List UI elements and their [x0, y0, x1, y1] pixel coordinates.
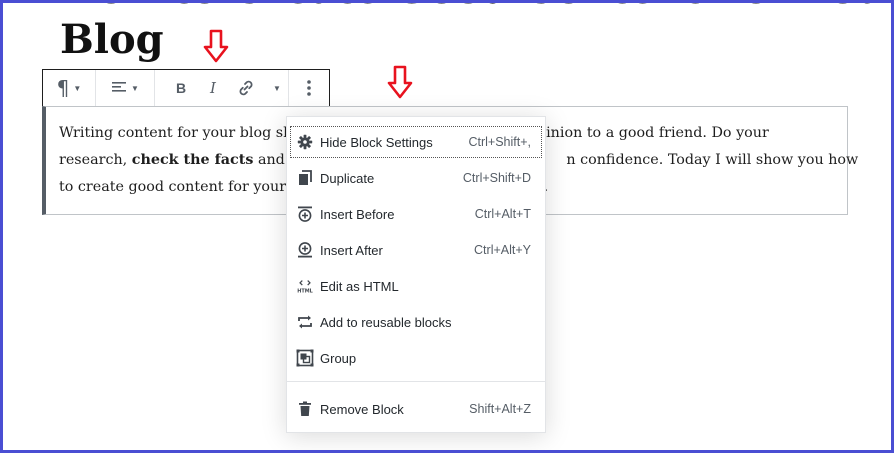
link-icon [239, 80, 253, 96]
more-options-button[interactable] [289, 70, 329, 106]
html-icon: HTML [296, 277, 314, 295]
post-title-line-2[interactable]: Blog [60, 16, 164, 64]
menu-item-shortcut: Ctrl+Shift+D [462, 171, 531, 185]
reusable-icon [296, 313, 314, 331]
menu-item-add-to-reusable-blocks[interactable]: Add to reusable blocks [287, 305, 545, 339]
menu-item-shortcut: Shift+Alt+Z [469, 402, 531, 416]
menu-item-label: Edit as HTML [320, 278, 399, 294]
menu-item-shortcut: Ctrl+Alt+Y [474, 243, 531, 257]
paragraph-fragment: n confidence. Today I will show you how [566, 152, 859, 168]
post-title-top-clip: How to Create Good Content For Your [0, 0, 894, 10]
paragraph-fragment: opinion to a good friend. Do your [528, 125, 769, 141]
more-vertical-icon [307, 80, 311, 96]
annotation-arrow-icon [387, 65, 413, 99]
insert-before-icon [296, 205, 314, 223]
paragraph-icon: ¶ [56, 76, 70, 100]
italic-button[interactable]: I [197, 70, 229, 106]
menu-item-shortcut: Ctrl+Alt+T [474, 207, 531, 221]
menu-item-label: Hide Block Settings [320, 134, 433, 150]
duplicate-icon [296, 169, 314, 187]
menu-item-label: Duplicate [320, 170, 375, 186]
link-button[interactable] [229, 70, 263, 106]
align-left-icon [112, 82, 127, 92]
trash-icon [296, 400, 314, 418]
menu-item-edit-as-html[interactable]: HTML Edit as HTML [287, 269, 545, 303]
menu-item-label: Insert Before [320, 206, 395, 222]
menu-item-hide-block-settings[interactable]: Hide Block Settings Ctrl+Shift+, [287, 125, 545, 159]
bold-button[interactable]: B [165, 70, 197, 106]
chevron-down-icon: ▼ [131, 83, 139, 93]
chevron-down-icon: ▼ [73, 83, 82, 93]
alignment-group: ▼ [96, 70, 155, 106]
align-button[interactable]: ▼ [96, 70, 154, 106]
insert-after-icon [296, 241, 314, 259]
group-icon [296, 349, 314, 367]
menu-item-shortcut: Ctrl+Shift+, [468, 135, 531, 149]
menu-item-duplicate[interactable]: Duplicate Ctrl+Shift+D [287, 161, 545, 195]
paragraph-fragment: research, [59, 152, 132, 168]
block-type-group: ¶ ▼ [43, 70, 96, 106]
block-type-button[interactable]: ¶ ▼ [43, 70, 95, 106]
menu-item-remove-block[interactable]: Remove Block Shift+Alt+Z [287, 392, 545, 426]
menu-item-insert-before[interactable]: Insert Before Ctrl+Alt+T [287, 197, 545, 231]
svg-text:HTML: HTML [297, 288, 313, 294]
post-title-line-1[interactable]: How to Create Good Content For Your [60, 0, 894, 10]
menu-divider [287, 381, 545, 382]
gear-icon [296, 133, 314, 151]
paragraph-fragment: Writing content for your blog sh [59, 125, 293, 141]
more-options-menu: Hide Block Settings Ctrl+Shift+, Duplica… [286, 116, 546, 433]
annotation-arrow-icon [203, 29, 229, 63]
more-options-group [289, 70, 329, 106]
formatting-group: B I ▼ [155, 70, 289, 106]
menu-item-label: Remove Block [320, 401, 404, 417]
chevron-down-icon: ▼ [273, 83, 281, 93]
menu-item-label: Insert After [320, 242, 383, 258]
more-rich-text-button[interactable]: ▼ [263, 70, 287, 106]
menu-item-insert-after[interactable]: Insert After Ctrl+Alt+Y [287, 233, 545, 267]
block-toolbar: ¶ ▼ ▼ B I ▼ [42, 69, 330, 107]
bold-text: check the facts [131, 152, 254, 168]
menu-item-label: Group [320, 350, 357, 366]
paragraph-fragment: to create good content for your l [59, 179, 296, 195]
menu-item-group[interactable]: Group [287, 341, 545, 375]
menu-item-label: Add to reusable blocks [320, 314, 452, 330]
